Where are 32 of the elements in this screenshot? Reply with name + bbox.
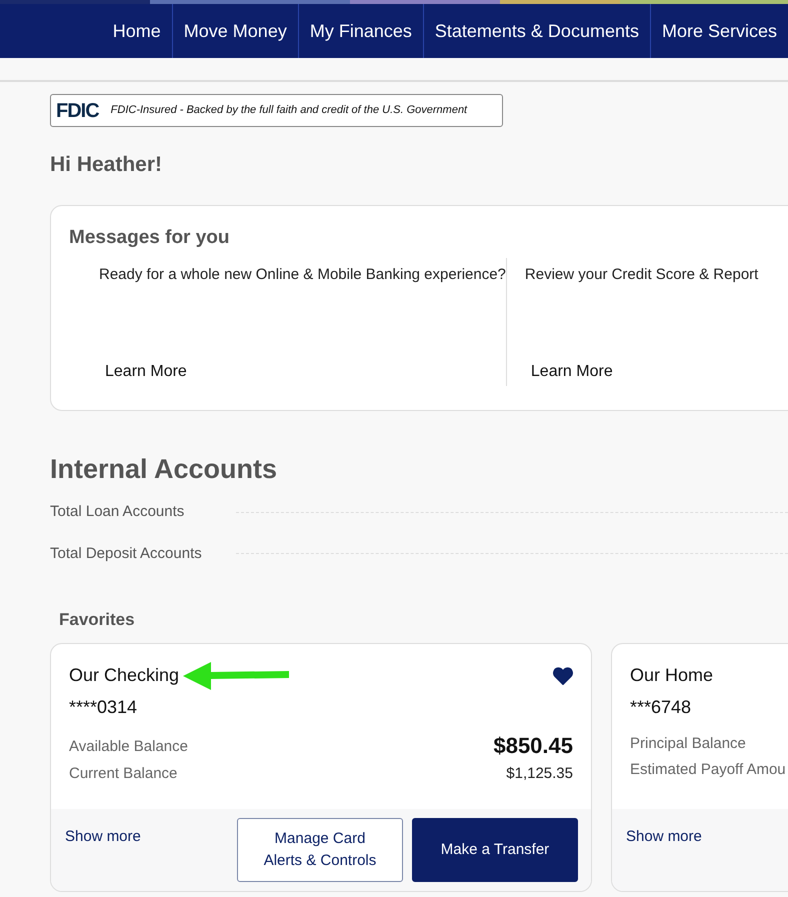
section-title: Internal Accounts <box>50 452 278 486</box>
account-name[interactable]: Our Home <box>630 662 714 689</box>
heart-icon[interactable] <box>553 666 573 684</box>
show-more-link[interactable]: Show more <box>65 826 141 848</box>
nav-item[interactable]: Move Money <box>172 4 298 58</box>
message-text: Review your Credit Score & Report <box>524 265 760 285</box>
balance-label: Current Balance <box>69 764 178 784</box>
message-text: Ready for a whole new Online & Mobile Banking experience? <box>99 265 506 285</box>
nav-item[interactable]: Statements & Documents <box>422 4 650 58</box>
balance-value: $850.45 <box>493 732 573 758</box>
balance-label: Available Balance <box>69 737 188 757</box>
balance-value: $1,125.35 <box>506 764 573 784</box>
manage-card-button[interactable]: Manage Card Alerts & Controls <box>237 818 403 882</box>
balance-label: Principal Balance <box>630 734 746 754</box>
nav-item[interactable]: Home <box>102 4 172 58</box>
nav-item[interactable]: My Finances <box>298 4 423 58</box>
summary-label: Total Deposit Accounts <box>50 544 203 564</box>
fdic-text: FDIC-Insured - Backed by the full faith and credit of the U.S. Government <box>110 103 468 118</box>
favorites-title: Favorites <box>59 609 136 631</box>
greeting: Hi Heather! <box>50 152 164 178</box>
transfer-button[interactable]: Make a Transfer <box>412 818 578 882</box>
balance-label: Estimated Payoff Amou <box>630 760 786 780</box>
nav-item[interactable]: More Services <box>650 4 788 58</box>
show-more-link[interactable]: Show more <box>626 826 702 848</box>
account-name[interactable]: Our Checking <box>69 662 180 689</box>
account-number: ***6748 <box>630 696 692 718</box>
learn-more-link[interactable]: Learn More <box>99 360 506 384</box>
learn-more-link[interactable]: Learn More <box>524 360 788 384</box>
summary-label: Total Loan Accounts <box>50 502 186 522</box>
fdic-logo: FDIC <box>56 98 99 124</box>
messages-title: Messages for you <box>69 226 230 250</box>
account-number: ****0314 <box>69 696 138 718</box>
